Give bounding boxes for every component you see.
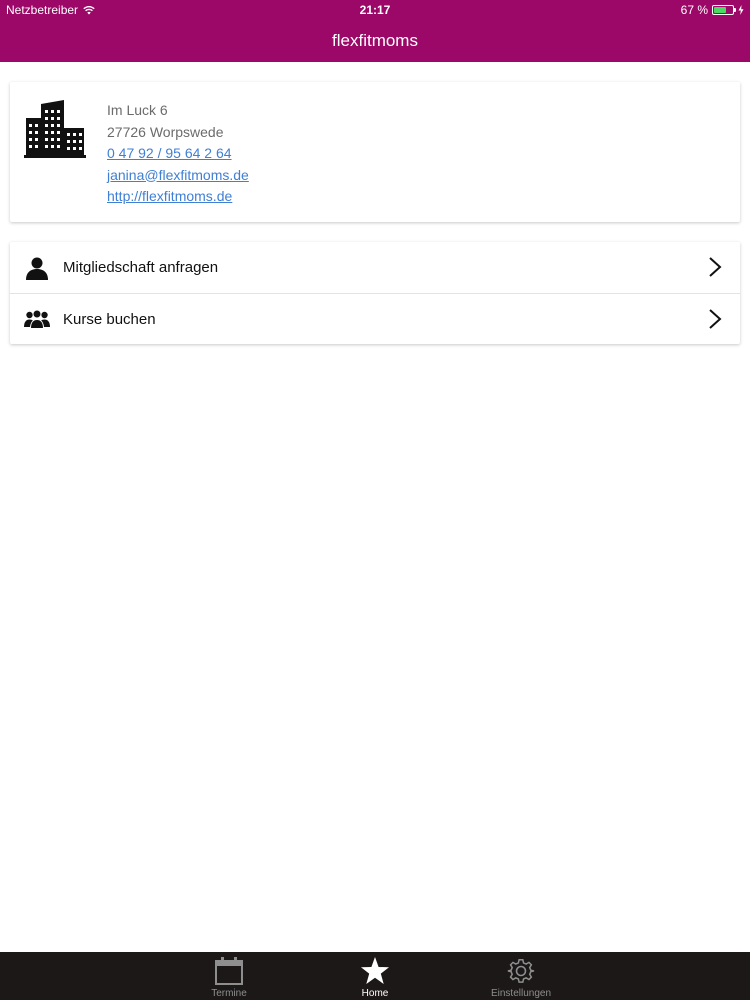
charging-bolt-icon bbox=[738, 5, 744, 15]
gear-icon bbox=[506, 956, 536, 986]
tab-label: Termine bbox=[211, 988, 247, 999]
navigation-bar: flexfitmoms bbox=[0, 20, 750, 62]
website-link[interactable]: http://flexfitmoms.de bbox=[107, 186, 249, 208]
tab-termine[interactable]: Termine bbox=[184, 952, 274, 1000]
phone-link[interactable]: 0 47 92 / 95 64 2 64 bbox=[107, 143, 249, 165]
group-icon bbox=[24, 307, 50, 331]
tab-label: Einstellungen bbox=[490, 988, 552, 999]
main-content: Im Luck 6 27726 Worpswede 0 47 92 / 95 6… bbox=[0, 62, 750, 952]
chevron-right-icon bbox=[709, 309, 722, 329]
calendar-icon bbox=[214, 956, 244, 986]
menu-item-membership[interactable]: Mitgliedschaft anfragen bbox=[10, 242, 740, 293]
address-street: Im Luck 6 bbox=[107, 102, 168, 118]
chevron-right-icon bbox=[709, 257, 722, 277]
address-city: 27726 Worpswede bbox=[107, 123, 224, 140]
tab-bar: Termine Home Einstellungen bbox=[0, 952, 750, 1000]
menu-item-courses[interactable]: Kurse buchen bbox=[10, 293, 740, 344]
menu-item-label: Kurse buchen bbox=[63, 310, 156, 328]
tab-label: Home bbox=[361, 988, 389, 999]
tab-home[interactable]: Home bbox=[330, 952, 420, 1000]
battery-level-fill bbox=[714, 7, 727, 13]
battery-indicator: 67 % bbox=[681, 3, 744, 17]
building-icon bbox=[24, 100, 86, 158]
star-icon bbox=[360, 956, 390, 986]
menu-list: Mitgliedschaft anfragen Kurse buchen bbox=[10, 242, 740, 344]
status-time: 21:17 bbox=[359, 3, 391, 17]
menu-item-label: Mitgliedschaft anfragen bbox=[63, 259, 219, 276]
contact-card: Im Luck 6 27726 Worpswede 0 47 92 / 95 6… bbox=[10, 82, 740, 222]
tab-einstellungen[interactable]: Einstellungen bbox=[476, 952, 566, 1000]
page-title: flexfitmoms bbox=[332, 31, 418, 50]
battery-percent: 67 % bbox=[680, 3, 708, 17]
battery-icon bbox=[712, 5, 736, 15]
email-link[interactable]: janina@flexfitmoms.de bbox=[107, 165, 249, 187]
contact-info: Im Luck 6 27726 Worpswede 0 47 92 / 95 6… bbox=[107, 100, 249, 208]
status-bar: Netzbetreiber 21:17 67 % bbox=[0, 0, 750, 20]
person-icon bbox=[24, 256, 50, 280]
